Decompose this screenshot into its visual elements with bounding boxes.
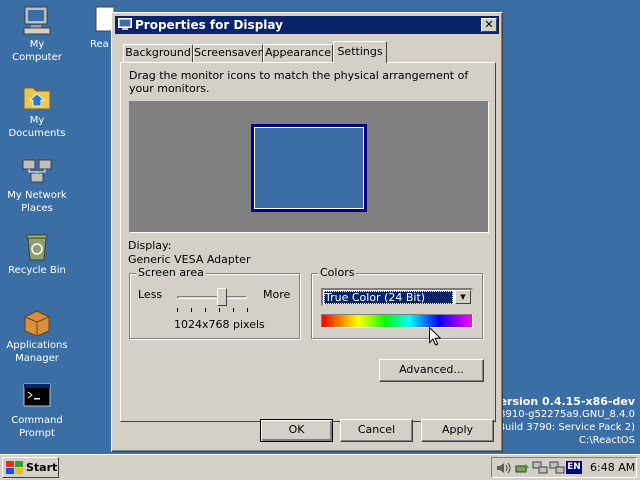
group-legend: Colors <box>318 266 357 279</box>
title-bar[interactable]: Properties for Display ✕ <box>115 16 499 34</box>
window-title: Properties for Display <box>135 18 283 32</box>
close-icon: ✕ <box>484 18 494 31</box>
tab-label: Screensaver <box>194 46 263 59</box>
volume-icon[interactable] <box>496 461 512 475</box>
system-tray: EN 6:48 AM <box>491 457 637 478</box>
less-label: Less <box>138 288 163 301</box>
version-info: Version 0.4.15-x86-dev 3910-g52275a9.GNU… <box>492 395 635 447</box>
applications-manager-icon <box>21 307 53 337</box>
version-line: 3910-g52275a9.GNU_8.4.0 <box>499 409 635 420</box>
desktop-icon-label: My Network <box>7 190 67 201</box>
chevron-down-icon[interactable]: ▼ <box>455 290 471 304</box>
computer-icon <box>21 6 53 36</box>
color-spectrum-preview <box>321 314 473 328</box>
desktop-icon-label: Places <box>21 203 53 214</box>
desktop-icon-applications-manager[interactable]: Applications Manager <box>0 307 75 365</box>
network-status-icon[interactable] <box>549 461 565 475</box>
monitor-1[interactable] <box>251 124 367 212</box>
display-icon <box>118 18 132 30</box>
recycle-bin-icon <box>21 232 53 262</box>
desktop-icon-my-documents[interactable]: My Documents <box>0 82 75 140</box>
ok-button[interactable]: OK <box>260 419 333 442</box>
monitor-arrangement-area[interactable] <box>129 101 489 233</box>
desktop-icon-readme[interactable]: Rea <box>82 6 115 51</box>
instruction-text: Drag the monitor icons to match the phys… <box>129 69 469 95</box>
more-label: More <box>263 288 291 301</box>
desktop-icon-label: Applications <box>6 340 68 351</box>
display-adapter-name: Generic VESA Adapter <box>128 253 251 266</box>
version-line: Build 3790: Service Pack 2) <box>498 422 635 433</box>
tab-screensaver[interactable]: Screensaver <box>193 44 263 62</box>
start-label: Start <box>26 461 58 474</box>
desktop-icon-label: Computer <box>12 52 62 63</box>
start-logo-icon <box>6 461 24 474</box>
colors-group: Colors True Color (24 Bit) ▼ <box>311 266 483 339</box>
desktop-icon-label: Recycle Bin <box>8 265 66 276</box>
settings-tab-panel: Drag the monitor icons to match the phys… <box>120 62 496 422</box>
resolution-slider-track[interactable] <box>177 296 247 299</box>
desktop-icon-my-computer[interactable]: My Computer <box>0 6 75 64</box>
clock[interactable]: 6:48 AM <box>590 458 635 477</box>
tab-label: Appearance <box>264 46 332 59</box>
advanced-button[interactable]: Advanced... <box>379 359 484 382</box>
safely-remove-hardware-icon[interactable] <box>514 461 530 475</box>
network-status-icon[interactable] <box>532 461 548 475</box>
tab-background[interactable]: Background <box>123 44 193 62</box>
tab-label: Background <box>125 46 191 59</box>
resolution-slider-thumb[interactable] <box>217 288 227 306</box>
desktop-icon-recycle-bin[interactable]: Recycle Bin <box>0 232 75 277</box>
color-depth-selected: True Color (24 Bit) <box>324 291 453 304</box>
desktop-icon-label: Rea <box>90 39 109 50</box>
command-prompt-icon <box>21 382 53 412</box>
taskbar: Start EN 6:48 AM <box>0 454 640 480</box>
apply-button[interactable]: Apply <box>421 419 494 442</box>
tab-settings[interactable]: Settings <box>333 41 387 63</box>
desktop-icon-label: Command <box>11 415 63 426</box>
desktop-icon-label: My <box>29 39 45 50</box>
desktop-icon-command-prompt[interactable]: Command Prompt <box>0 382 75 440</box>
start-button[interactable]: Start <box>2 457 59 478</box>
desktop-icon-label: Documents <box>8 128 66 139</box>
cancel-button[interactable]: Cancel <box>340 419 413 442</box>
desktop-icon-my-network-places[interactable]: My Network Places <box>0 157 75 215</box>
group-legend: Screen area <box>136 266 206 279</box>
tab-strip: Background Screensaver Appearance Settin… <box>120 41 500 63</box>
desktop-icon-label: My <box>29 115 45 126</box>
desktop-icon-label: Manager <box>15 353 59 364</box>
slider-ticks <box>177 308 249 312</box>
tab-label: Settings <box>337 45 383 58</box>
network-icon <box>21 157 53 187</box>
display-label: Display: <box>128 239 172 252</box>
close-button[interactable]: ✕ <box>481 18 497 32</box>
color-depth-dropdown[interactable]: True Color (24 Bit) ▼ <box>321 288 473 306</box>
version-line: Version 0.4.15-x86-dev <box>491 395 635 408</box>
version-line: C:\ReactOS <box>578 435 635 446</box>
desktop-icon-label: Prompt <box>19 428 55 439</box>
resolution-text: 1024x768 pixels <box>174 318 265 331</box>
documents-folder-icon <box>21 82 53 112</box>
mouse-cursor-icon <box>429 327 441 346</box>
language-indicator[interactable]: EN <box>566 461 582 474</box>
tab-appearance[interactable]: Appearance <box>263 44 333 62</box>
display-properties-window: Properties for Display ✕ Background Scre… <box>111 12 503 452</box>
screen-area-group: Screen area Less More 1024x768 pixels <box>129 266 300 339</box>
